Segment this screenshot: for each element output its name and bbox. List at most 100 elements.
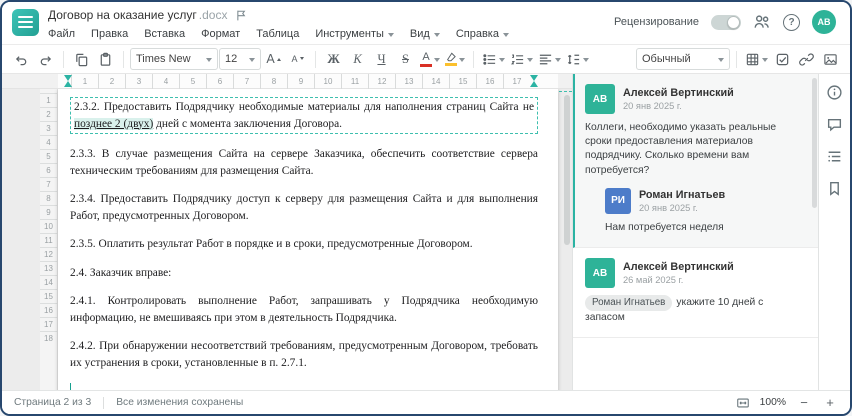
paragraph[interactable]: 2.4.2. При обнаружении несоответствий тр…	[70, 338, 538, 371]
comment-thread-1[interactable]: АВ Алексей Вертинский 20 янв 2025 г. Кол…	[573, 74, 818, 249]
toolbar-separator	[473, 50, 474, 68]
comment-anchored-text[interactable]: позднее 2 (двух)	[74, 117, 154, 130]
review-mode-label: Рецензирование	[614, 16, 699, 28]
strikethrough-button[interactable]: S	[394, 48, 417, 71]
paragraph[interactable]: 2.4.1. Контролировать выполнение Работ, …	[70, 293, 538, 326]
menu-edit[interactable]: Правка	[91, 28, 128, 40]
font-size-select[interactable]: 12	[219, 48, 261, 70]
italic-button[interactable]: К	[346, 48, 369, 71]
align-button[interactable]	[536, 48, 563, 71]
page-indicator[interactable]: Страница 2 из 3	[14, 397, 91, 408]
insert-image-button[interactable]	[819, 48, 842, 71]
reply-avatar: РИ	[605, 187, 631, 214]
chevron-down-icon	[459, 57, 465, 65]
menu-view[interactable]: Вид	[410, 28, 440, 40]
chevron-down-icon	[387, 32, 394, 40]
toolbar-separator	[63, 50, 64, 68]
font-color-button[interactable]: А	[418, 48, 442, 71]
toolbar: Times New 12 А А Ж К Ч S А Обычный	[2, 44, 850, 74]
insert-table-button[interactable]	[743, 48, 770, 71]
chevron-down-icon	[434, 57, 440, 65]
comment-avatar: АВ	[585, 258, 615, 289]
comment-date: 20 янв 2025 г.	[623, 100, 682, 111]
mention-chip[interactable]: Роман Игнатьев	[585, 295, 673, 311]
menu-tools[interactable]: Инструменты	[315, 28, 394, 40]
review-toggle[interactable]	[711, 14, 741, 30]
menu-format[interactable]: Формат	[201, 28, 240, 40]
zoom-level[interactable]: 100%	[760, 397, 786, 408]
app-logo-button[interactable]	[12, 9, 39, 36]
bullet-list-button[interactable]	[480, 48, 507, 71]
left-indent-marker[interactable]	[64, 81, 72, 87]
highlight-color-button[interactable]	[443, 48, 467, 71]
menu-table[interactable]: Таблица	[256, 28, 299, 40]
fit-width-icon[interactable]	[736, 396, 750, 410]
collaborators-icon[interactable]	[753, 13, 771, 31]
document-column: 1 2 3 4 5 6 7 8 9 10 11 12 13 14 15 16 17 1 2 3 4 5 6 7 8 9 10 11 1…	[2, 74, 572, 390]
insert-checkbox-button[interactable]	[771, 48, 794, 71]
comment-date: 26 май 2025 г.	[623, 275, 684, 286]
comments-scrollbar[interactable]	[812, 78, 817, 208]
reply-author: Роман Игнатьев	[639, 188, 726, 201]
paragraph[interactable]: 2.3.4. Предоставить Подрядчику доступ к …	[70, 191, 538, 224]
document-page[interactable]: 2.3.2. Предоставить Подрядчику необходим…	[58, 89, 558, 390]
right-indent-marker[interactable]	[530, 81, 538, 87]
insert-link-button[interactable]	[795, 48, 818, 71]
zoom-out-button[interactable]: −	[796, 396, 812, 409]
underline-button[interactable]: Ч	[370, 48, 393, 71]
zoom-controls: 100% − +	[736, 396, 838, 410]
paragraph-style-select[interactable]: Обычный	[636, 48, 730, 70]
document-title-text: Договор на оказание услуг	[48, 8, 197, 22]
bookmark-icon[interactable]	[826, 180, 843, 197]
paragraph[interactable]: 2.4. Заказчик вправе:	[70, 265, 538, 282]
decrease-font-button[interactable]: А	[286, 48, 309, 71]
zoom-in-button[interactable]: +	[822, 396, 838, 409]
chevron-down-icon	[527, 57, 533, 65]
increase-font-button[interactable]: А	[262, 48, 285, 71]
comment-text: Роман Игнатьев укажите 10 дней с запасом	[585, 295, 764, 323]
paragraph[interactable]: 2.3.3. В случае размещения Сайта на серв…	[70, 146, 538, 179]
menu-help[interactable]: Справка	[456, 28, 509, 40]
menu-file[interactable]: Файл	[48, 28, 75, 40]
line-spacing-button[interactable]	[564, 48, 591, 71]
navigation-icon[interactable]	[826, 148, 843, 165]
h-ruler-numbers: 1 2 3 4 5 6 7 8 9 10 11 12 13 14 15 16 17	[71, 74, 530, 89]
user-avatar[interactable]: АВ	[812, 10, 836, 34]
font-family-select[interactable]: Times New	[130, 48, 218, 70]
right-sidebar-rail	[818, 74, 850, 390]
comments-panel: АВ Алексей Вертинский 20 янв 2025 г. Кол…	[572, 74, 818, 390]
chevron-down-icon	[206, 57, 212, 65]
highlight-color-swatch	[445, 63, 457, 66]
chevron-down-icon	[555, 57, 561, 65]
menu-insert[interactable]: Вставка	[144, 28, 185, 40]
reply-text: Нам потребуется неделя	[605, 221, 724, 233]
chevron-down-icon	[718, 57, 724, 65]
chevron-down-icon	[249, 57, 255, 65]
comment-avatar: АВ	[585, 84, 615, 114]
comment-thread-2[interactable]: АВ Алексей Вертинский 26 май 2025 г. Ром…	[573, 248, 818, 338]
redo-button[interactable]	[34, 48, 57, 71]
comment-author: Алексей Вертинский	[623, 86, 734, 99]
document-info-icon[interactable]	[826, 84, 843, 101]
flag-icon[interactable]	[235, 9, 248, 22]
font-color-swatch	[420, 63, 432, 67]
numbered-list-button[interactable]	[508, 48, 535, 71]
chevron-down-icon	[499, 57, 505, 65]
v-ruler-numbers: 1 2 3 4 5 6 7 8 9 10 11 12 13 14 15 16 17 18	[40, 93, 57, 345]
document-title[interactable]: Договор на оказание услуг .docx	[48, 6, 509, 24]
comments-icon[interactable]	[826, 116, 843, 133]
statusbar-divider	[103, 396, 105, 409]
comment-reply[interactable]: РИ Роман Игнатьев 20 янв 2025 г. Нам пот…	[605, 187, 804, 235]
title-block: Договор на оказание услуг .docx Файл Прав…	[48, 2, 509, 44]
help-icon[interactable]: ?	[783, 13, 800, 31]
paste-button[interactable]	[94, 48, 117, 71]
undo-button[interactable]	[10, 48, 33, 71]
bold-button[interactable]: Ж	[322, 48, 345, 71]
statusbar: Страница 2 из 3 Все изменения сохранены …	[2, 390, 850, 414]
arrow-up-icon	[276, 56, 281, 61]
paragraph[interactable]: 2.3.2. Предоставить Подрядчику необходим…	[70, 97, 538, 135]
document-scrollbar[interactable]	[564, 95, 570, 245]
paragraph[interactable]: 2.3.5. Оплатить результат Работ в порядк…	[70, 236, 538, 253]
chevron-down-icon	[502, 32, 509, 40]
copy-button[interactable]	[70, 48, 93, 71]
